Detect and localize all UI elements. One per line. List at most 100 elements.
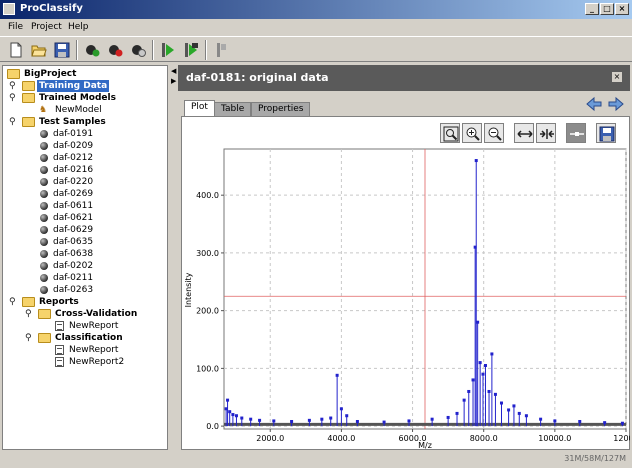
sample-item[interactable]: daf-0211	[7, 272, 167, 284]
split-pane-divider[interactable]: ◀ ▶	[170, 65, 176, 450]
tree-new-model[interactable]: ♞ NewModel	[7, 104, 167, 116]
spectrum-point	[240, 416, 244, 420]
expand-handle-icon[interactable]: ⚲	[9, 297, 16, 307]
sample-ball-icon	[40, 226, 48, 234]
sample-item[interactable]: daf-0621	[7, 212, 167, 224]
tree-root[interactable]: BigProject	[7, 68, 167, 80]
sample-item-label: daf-0629	[53, 225, 94, 235]
menu-project[interactable]: Project	[31, 22, 62, 32]
maximize-icon[interactable]: □	[600, 3, 614, 15]
sample-ball-icon	[40, 154, 48, 162]
report-icon	[55, 357, 64, 367]
spectrum-point	[499, 401, 503, 405]
open-folder-icon[interactable]	[29, 40, 49, 60]
y-axis-ticks: 0.0 100.0 200.0 300.0 400.0	[196, 191, 224, 431]
tree-reports[interactable]: ⚲ Reports	[7, 296, 167, 308]
tree-class-report[interactable]: NewReport	[7, 344, 167, 356]
sample-item[interactable]: daf-0216	[7, 164, 167, 176]
sample-item[interactable]: daf-0202	[7, 260, 167, 272]
spectrum-point	[507, 408, 511, 412]
sample-item[interactable]: daf-0191	[7, 128, 167, 140]
stop-icon[interactable]	[211, 40, 231, 60]
collapse-left-icon[interactable]: ◀	[171, 67, 176, 75]
sample-item-label: daf-0191	[53, 129, 94, 139]
close-icon[interactable]: ×	[615, 3, 629, 15]
sample-ball-icon	[40, 202, 48, 210]
tree-class-report-label: NewReport2	[69, 357, 125, 367]
sample-item[interactable]: daf-0269	[7, 188, 167, 200]
spectrum-point	[462, 398, 466, 402]
toolbar-separator	[76, 40, 78, 60]
spectrum-point	[524, 414, 528, 418]
sample-ball-icon	[40, 214, 48, 222]
tree-trained-models[interactable]: ⚲ Trained Models	[7, 92, 167, 104]
tree-cv-report[interactable]: NewReport	[7, 320, 167, 332]
expand-handle-icon[interactable]: ⚲	[9, 81, 16, 91]
report-icon	[55, 321, 64, 331]
save-icon[interactable]	[52, 40, 72, 60]
x-axis-label: M/z	[418, 441, 432, 450]
tree-trained-models-label: Trained Models	[39, 93, 116, 103]
app-icon	[3, 3, 15, 15]
tree-class-report[interactable]: NewReport2	[7, 356, 167, 368]
sample-item[interactable]: daf-0209	[7, 140, 167, 152]
sample-ball-icon	[40, 166, 48, 174]
sample-item-label: daf-0212	[53, 153, 94, 163]
main-toolbar	[0, 36, 632, 62]
remove-sample-icon[interactable]	[105, 40, 125, 60]
new-file-icon[interactable]	[6, 40, 26, 60]
folder-icon	[22, 81, 35, 91]
sample-item[interactable]: daf-0629	[7, 224, 167, 236]
classify-icon[interactable]	[181, 40, 201, 60]
folder-icon	[38, 333, 51, 343]
sample-ball-icon	[40, 262, 48, 270]
tree-cross-validation[interactable]: ⚲ Cross-Validation	[7, 308, 167, 320]
spectrum-point	[481, 372, 485, 376]
spectrum-point	[493, 392, 497, 396]
spectrum-point	[290, 419, 294, 423]
menu-file[interactable]: File	[8, 22, 23, 32]
sample-ball-icon	[40, 238, 48, 246]
spectrum-point	[355, 419, 359, 423]
collapse-right-icon[interactable]: ▶	[171, 77, 176, 85]
toolbar-separator	[205, 40, 207, 60]
expand-handle-icon[interactable]: ⚲	[9, 117, 16, 127]
spectrum-point	[478, 361, 482, 365]
sample-item[interactable]: daf-0220	[7, 176, 167, 188]
x-axis-ticks: 2000.04000.06000.08000.010000.012000	[256, 429, 630, 443]
sample-item-label: daf-0202	[53, 261, 94, 271]
folder-icon	[22, 297, 35, 307]
run-icon[interactable]	[158, 40, 178, 60]
tree-classification[interactable]: ⚲ Classification	[7, 332, 167, 344]
spectrum-point	[231, 413, 235, 417]
menu-help[interactable]: Help	[68, 22, 89, 32]
x-tick-label: 4000.0	[327, 434, 355, 443]
sample-item-label: daf-0263	[53, 285, 94, 295]
expand-handle-icon[interactable]: ⚲	[9, 93, 16, 103]
sample-settings-icon[interactable]	[128, 40, 148, 60]
spectrum-point	[226, 398, 230, 402]
spectrum-point	[339, 407, 343, 411]
sample-item[interactable]: daf-0638	[7, 248, 167, 260]
sample-item-label: daf-0211	[53, 273, 94, 283]
data-panel: daf-0181: original data × Plot Table Pro…	[178, 65, 630, 450]
spectrum-point	[467, 389, 471, 393]
sample-item[interactable]: daf-0635	[7, 236, 167, 248]
expand-handle-icon[interactable]: ⚲	[25, 333, 32, 343]
spectrum-point	[455, 411, 459, 415]
spectrum-point	[345, 414, 349, 418]
y-tick-label: 100.0	[196, 364, 219, 373]
minimize-icon[interactable]: _	[585, 3, 599, 15]
sample-item[interactable]: daf-0212	[7, 152, 167, 164]
sample-item[interactable]: daf-0263	[7, 284, 167, 296]
spectrum-point	[476, 320, 480, 324]
tree-test-samples[interactable]: ⚲ Test Samples	[7, 116, 167, 128]
spectrum-chart[interactable]: 2000.04000.06000.08000.010000.012000 0.0…	[178, 65, 630, 450]
tree-training-data[interactable]: ⚲ Training Data	[7, 80, 167, 92]
expand-handle-icon[interactable]: ⚲	[25, 309, 32, 319]
y-tick-label: 400.0	[196, 191, 219, 200]
menu-bar: File Project Help	[0, 19, 632, 36]
sample-item[interactable]: daf-0611	[7, 200, 167, 212]
add-sample-icon[interactable]	[82, 40, 102, 60]
spectrum-point	[228, 410, 232, 414]
